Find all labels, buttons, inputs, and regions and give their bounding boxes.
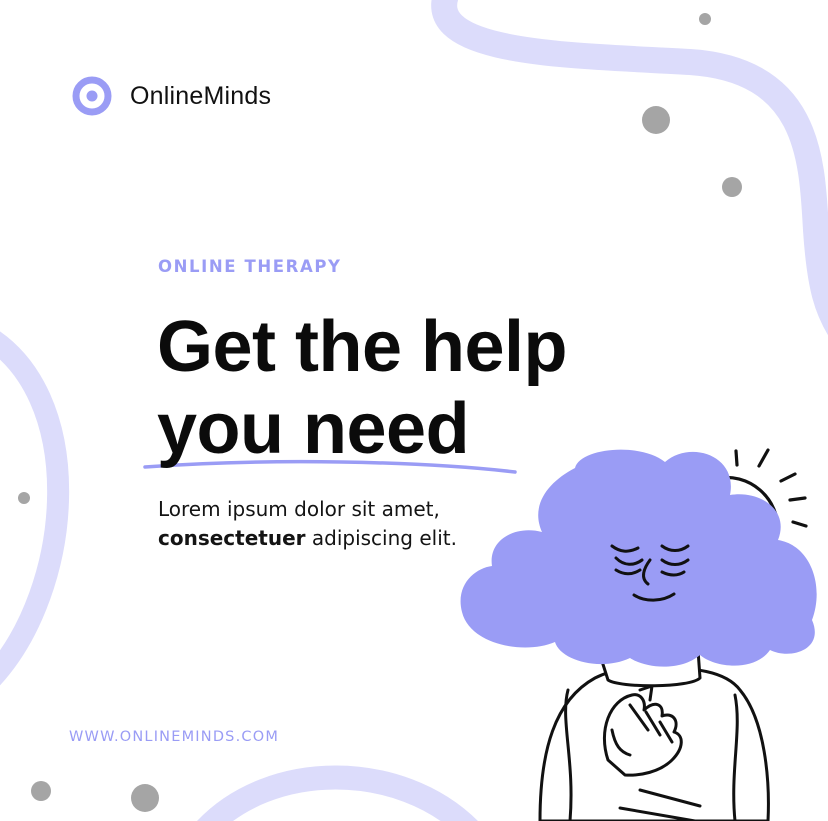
person-body — [538, 648, 770, 821]
cloud-head-person-illustration — [460, 448, 817, 821]
cloud-head — [460, 449, 817, 667]
